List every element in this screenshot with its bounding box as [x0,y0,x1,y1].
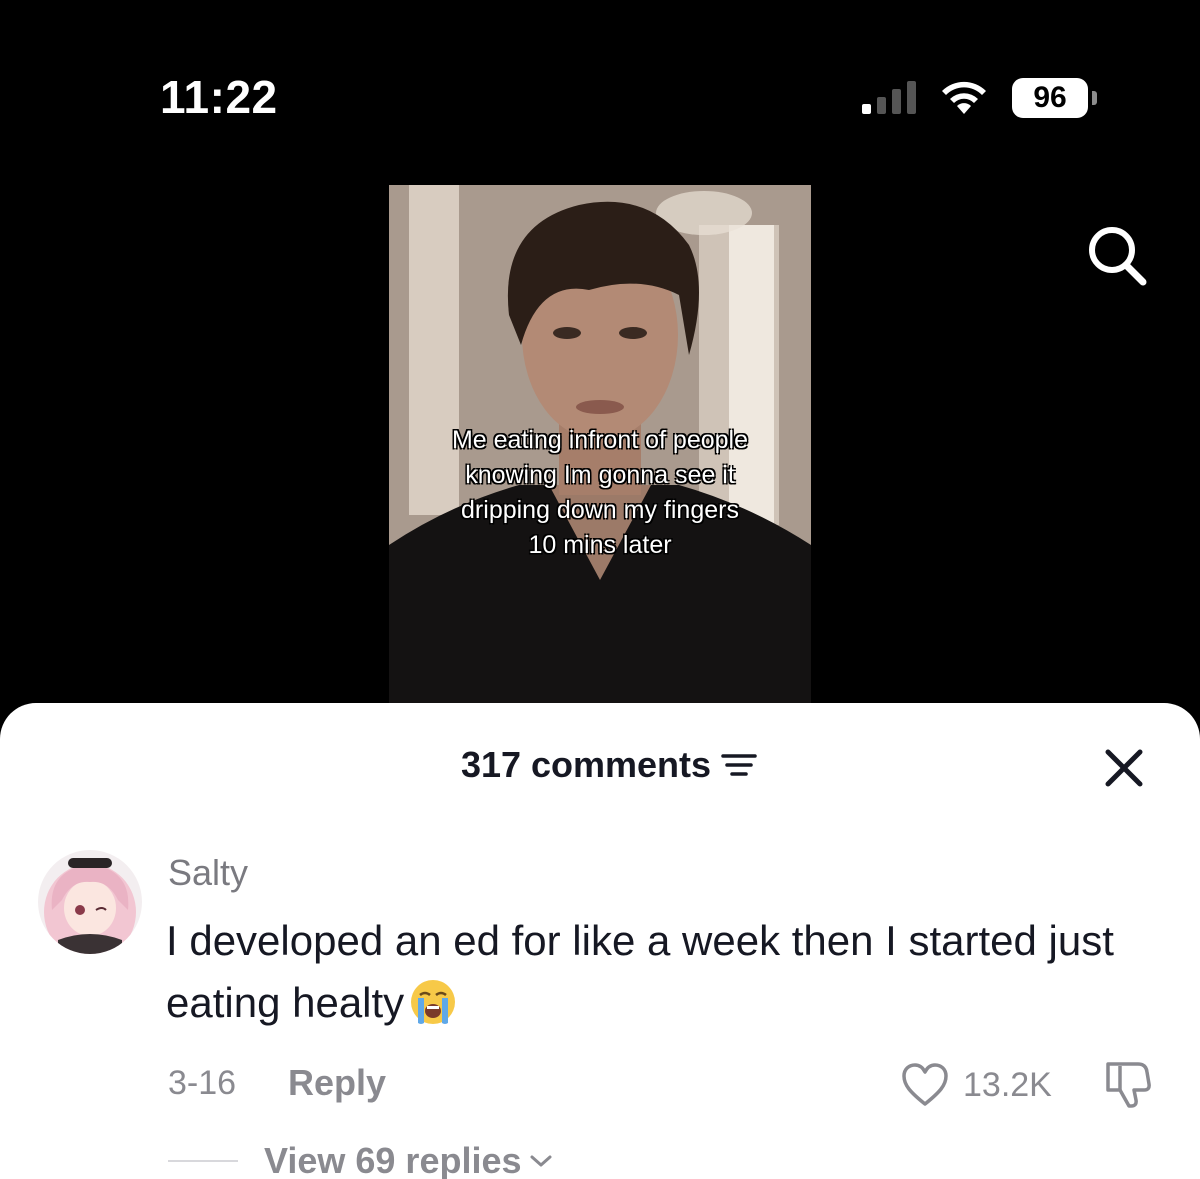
caption-line: dripping down my fingers [461,496,739,524]
close-icon[interactable] [1098,742,1150,794]
battery-nub [1092,91,1097,105]
status-time: 11:22 [160,71,278,123]
reply-button[interactable]: Reply [288,1062,386,1104]
comments-count: 317 comments [460,744,712,785]
caption-line: knowing Im gonna see it [465,461,735,489]
search-icon[interactable] [1080,220,1152,292]
wifi-icon [942,81,986,114]
battery-icon: 96 [1012,78,1098,118]
caption-line: Me eating infront of people [451,426,749,454]
heart-icon[interactable] [900,1062,950,1108]
battery-level: 96 [1012,78,1088,118]
video-caption: Me eating infront of people knowing Im g… [389,423,811,563]
comments-header: 317 comments [0,744,1200,786]
filter-icon[interactable] [719,749,759,781]
dislike-icon[interactable] [1102,1058,1154,1110]
signal-icon [862,81,916,114]
video-thumbnail[interactable]: Me eating infront of people knowing Im g… [389,185,811,705]
view-replies-label: View 69 replies [264,1140,522,1179]
loudly-crying-face-icon [411,980,456,1024]
caption-line: 10 mins later [528,531,672,559]
comment-body: I developed an ed for like a week then I… [166,910,1176,1034]
like-count: 13.2K [963,1066,1052,1104]
comment-username[interactable]: Salty [168,852,248,894]
view-replies-button[interactable]: View 69 replies [264,1140,554,1179]
avatar-illustration [38,850,142,954]
comment-date: 3-16 [168,1064,237,1102]
comment-text: I developed an ed for like a week then I… [166,917,1114,1026]
replies-divider [168,1160,238,1162]
avatar[interactable] [38,850,142,954]
chevron-down-icon [530,1155,552,1167]
